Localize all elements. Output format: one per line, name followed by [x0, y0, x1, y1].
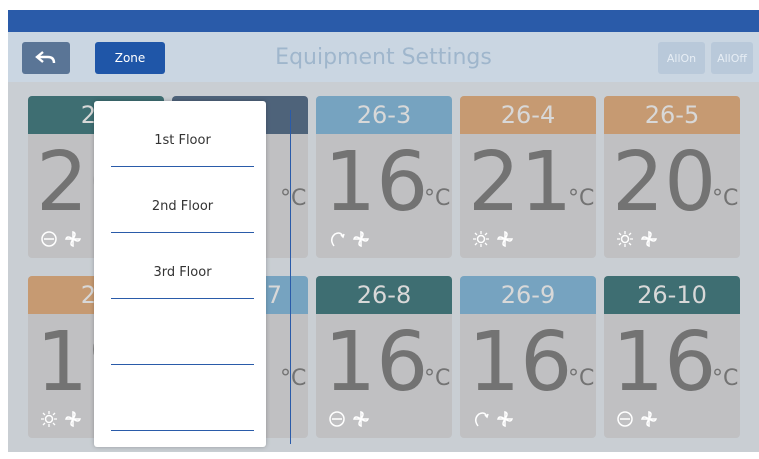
zone-option-label: 1st Floor	[154, 133, 211, 148]
zone-dropdown: 1st Floor 2nd Floor 3rd Floor	[94, 101, 266, 447]
zone-option-label: 3rd Floor	[153, 265, 212, 280]
zone-option-1st-floor[interactable]: 1st Floor	[111, 101, 254, 167]
zone-option-empty-5[interactable]	[111, 365, 254, 431]
dropdown-scrollbar[interactable]	[290, 110, 291, 444]
dropdown-overlay: 1st Floor 2nd Floor 3rd Floor	[8, 10, 759, 452]
zone-option-label: 2nd Floor	[151, 199, 214, 214]
zone-option-3rd-floor[interactable]: 3rd Floor	[111, 233, 254, 299]
zone-option-empty-4[interactable]	[111, 299, 254, 365]
app-screen: Zone Equipment Settings AllOn AllOff 26 …	[8, 10, 759, 452]
zone-option-2nd-floor[interactable]: 2nd Floor	[111, 167, 254, 233]
